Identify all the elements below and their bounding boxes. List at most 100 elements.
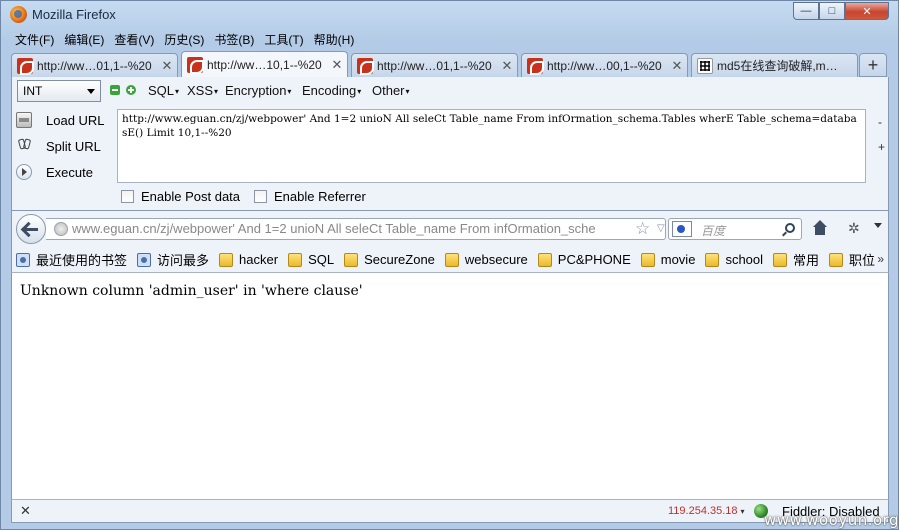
tab-label: http://ww…01,1--%20 <box>377 58 492 73</box>
url-path: /zj/webpower' And 1=2 unioN All seleCt T… <box>156 221 596 236</box>
addon-icon[interactable]: ✲ <box>848 220 864 236</box>
bookmark-folder-jobs[interactable]: 职位 <box>829 250 875 269</box>
tab-4[interactable]: http://ww…00,1--%20 ✕ <box>521 53 688 77</box>
hackbar-menu-encoding[interactable]: Encoding▾ <box>302 83 361 98</box>
bookmark-star-icon[interactable]: ☆ <box>635 219 650 239</box>
site-favicon-icon <box>17 57 34 75</box>
bookmarks-overflow-icon[interactable]: » <box>877 252 884 266</box>
search-icon[interactable] <box>785 223 795 233</box>
smart-bookmark-icon <box>137 252 152 267</box>
url-history-dropdown-icon[interactable]: ▽ <box>657 219 665 239</box>
server-ip: 119.254.35.18 <box>668 505 738 517</box>
folder-icon <box>773 252 788 267</box>
execute-button[interactable]: Execute <box>16 161 112 183</box>
bookmark-folder-movie[interactable]: movie <box>640 252 695 267</box>
decrease-icon[interactable] <box>110 85 120 95</box>
window-title: Mozilla Firefox <box>32 7 116 22</box>
bookmark-label: websecure <box>464 252 528 267</box>
menu-history[interactable]: 历史(S) <box>159 31 209 49</box>
folder-icon <box>829 252 844 267</box>
folder-icon <box>537 252 552 267</box>
firefox-logo-icon[interactable] <box>10 6 27 23</box>
window-controls: — □ ✕ <box>793 2 889 21</box>
bookmark-folder-hacker[interactable]: hacker <box>219 252 278 267</box>
dropdown-icon: ▾ <box>357 87 362 96</box>
tab-1[interactable]: http://ww…01,1--%20 ✕ <box>11 53 178 77</box>
bookmark-folder-sql[interactable]: SQL <box>288 252 334 267</box>
folder-icon <box>640 252 655 267</box>
shrink-textarea-button[interactable]: - <box>878 115 882 129</box>
close-addon-bar-icon[interactable]: ✕ <box>20 503 31 519</box>
site-favicon-icon <box>357 57 374 75</box>
folder-icon <box>705 252 720 267</box>
home-icon[interactable] <box>812 220 828 236</box>
enable-post-checkbox[interactable]: Enable Post data <box>121 189 240 204</box>
bookmark-label: SecureZone <box>364 252 435 267</box>
bookmark-folder-websecure[interactable]: websecure <box>444 252 528 267</box>
tab-close-icon[interactable]: ✕ <box>499 58 515 74</box>
tab-close-icon[interactable]: ✕ <box>329 57 345 73</box>
page-content: Unknown column 'admin_user' in 'where cl… <box>11 273 889 499</box>
hackbar-menu-encryption[interactable]: Encryption▾ <box>225 83 291 98</box>
hackbar-menu-xss[interactable]: XSS▾ <box>187 83 218 98</box>
menu-bar: 文件(F) 编辑(E) 查看(V) 历史(S) 书签(B) 工具(T) 帮助(H… <box>10 31 359 49</box>
close-button[interactable]: ✕ <box>845 2 889 20</box>
bookmark-most-visited[interactable]: 访问最多 <box>137 250 209 269</box>
search-box[interactable]: 百度 <box>668 218 802 240</box>
hackbar-type-select[interactable]: INT <box>17 80 101 102</box>
hackbar-menu-label: Encoding <box>302 83 357 98</box>
menu-view[interactable]: 查看(V) <box>109 31 159 49</box>
increase-icon[interactable] <box>126 85 136 95</box>
chevron-down-icon[interactable] <box>874 223 882 228</box>
sql-error-message: Unknown column 'admin_user' in 'where cl… <box>20 283 363 299</box>
tab-2[interactable]: http://ww…10,1--%20 ✕ <box>181 51 348 77</box>
baidu-engine-icon[interactable] <box>672 221 692 237</box>
watermark: www.wooyun.org <box>764 511 899 529</box>
scissors-icon <box>16 138 32 154</box>
tab-3[interactable]: http://ww…01,1--%20 ✕ <box>351 53 518 77</box>
minimize-button[interactable]: — <box>793 2 819 20</box>
split-url-label: Split URL <box>46 138 101 154</box>
tab-close-icon[interactable]: ✕ <box>159 58 175 74</box>
enable-referrer-label: Enable Referrer <box>274 189 366 204</box>
hackbar-type-value: INT <box>23 84 43 98</box>
server-ip-indicator[interactable]: 119.254.35.18 ▾ <box>668 505 745 517</box>
hackbar-menu-sql[interactable]: SQL▾ <box>148 83 179 98</box>
bookmark-label: 访问最多 <box>157 253 210 268</box>
execute-label: Execute <box>46 164 93 180</box>
bookmark-folder-securezone[interactable]: SecureZone <box>344 252 435 267</box>
menu-edit[interactable]: 编辑(E) <box>59 31 109 49</box>
smart-bookmark-icon <box>16 252 30 267</box>
menu-file[interactable]: 文件(F) <box>10 31 59 49</box>
folder-icon <box>344 252 359 267</box>
bookmark-folder-pc-phone[interactable]: PC&PHONE <box>537 252 631 267</box>
url-input[interactable]: www.eguan.cn/zj/webpower' And 1=2 unioN … <box>46 218 666 240</box>
new-tab-button[interactable]: + <box>859 53 887 77</box>
navigation-bar: www.eguan.cn/zj/webpower' And 1=2 unioN … <box>11 211 889 247</box>
split-url-button[interactable]: Split URL <box>16 135 112 157</box>
bookmark-label: hacker <box>239 252 279 267</box>
play-icon <box>16 164 32 180</box>
tab-5[interactable]: md5在线查询破解,m… <box>691 53 858 77</box>
bookmark-recent[interactable]: 最近使用的书签 <box>16 250 127 269</box>
back-button[interactable] <box>16 214 46 244</box>
bookmark-folder-school[interactable]: school <box>705 252 763 267</box>
hackbar-menu-label: XSS <box>187 83 214 98</box>
menu-tools[interactable]: 工具(T) <box>259 31 308 49</box>
bookmark-label: 最近使用的书签 <box>36 253 128 268</box>
menu-help[interactable]: 帮助(H) <box>309 31 360 49</box>
load-url-button[interactable]: Load URL <box>16 109 112 131</box>
hackbar-menu-other[interactable]: Other▾ <box>372 83 410 98</box>
hackbar-menu-label: SQL <box>148 83 175 98</box>
enable-referrer-checkbox[interactable]: Enable Referrer <box>254 189 366 204</box>
globe-icon[interactable] <box>54 222 68 236</box>
chevron-down-icon <box>87 89 95 94</box>
menu-bookmarks[interactable]: 书签(B) <box>209 31 259 49</box>
folder-icon <box>288 252 303 267</box>
tab-close-icon[interactable]: ✕ <box>669 58 685 74</box>
hackbar-menu-label: Encryption <box>225 83 287 98</box>
hackbar-url-textarea[interactable]: http://www.eguan.cn/zj/webpower' And 1=2… <box>117 109 866 183</box>
expand-textarea-button[interactable]: + <box>878 140 885 154</box>
maximize-button[interactable]: □ <box>819 2 845 20</box>
bookmark-folder-common[interactable]: 常用 <box>773 250 819 269</box>
